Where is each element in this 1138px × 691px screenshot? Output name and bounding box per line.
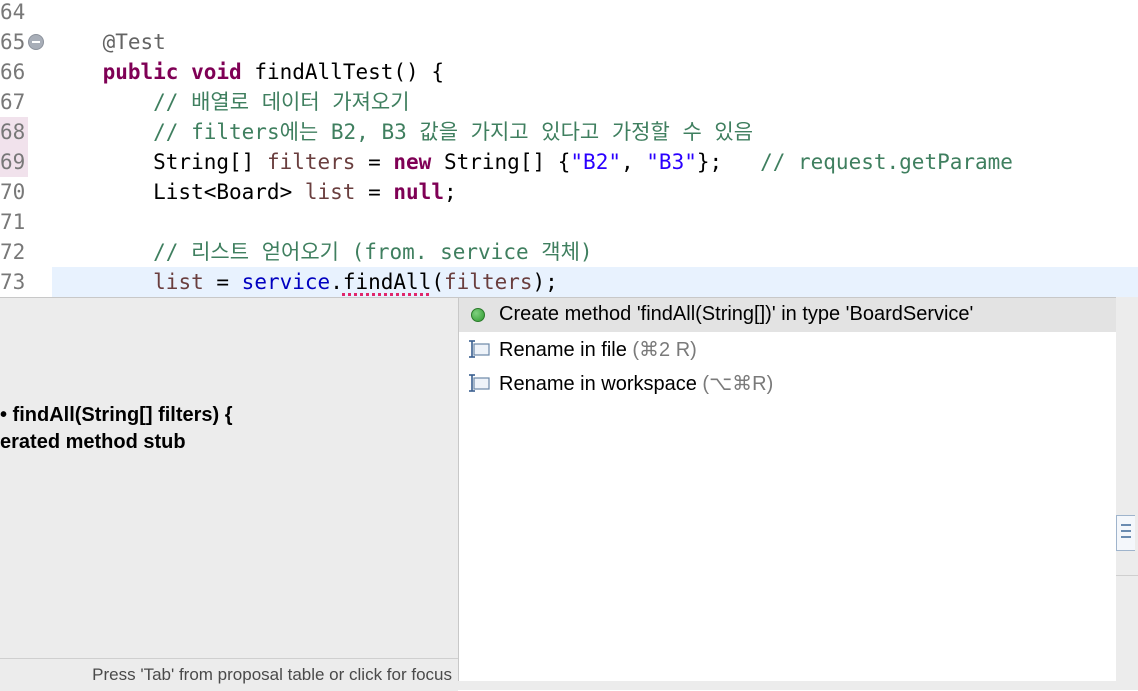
focus-hint-text: Press 'Tab' from proposal table or click… xyxy=(92,665,452,684)
info-signature-line: • findAll(String[] filters) { xyxy=(0,404,233,426)
code-token: "B2" xyxy=(570,150,621,174)
code-line[interactable]: List<Board> list = null; xyxy=(52,177,457,207)
code-token: // request.getParame xyxy=(760,150,1013,174)
code-token: new xyxy=(393,150,432,174)
proposal-label: Create method 'findAll(String[])' in typ… xyxy=(499,303,974,325)
code-token: String[] xyxy=(52,150,267,174)
rename-icon xyxy=(469,340,490,358)
code-editor[interactable]: 64 65 @Test 66 public void findAllTest() {… xyxy=(0,0,1138,300)
info-comment-line: erated method stub xyxy=(0,431,186,453)
proposal-label: Rename in workspace (⌥⌘R) xyxy=(499,373,774,395)
code-token: = xyxy=(355,180,394,204)
code-line[interactable]: // 배열로 데이터 가져오기 xyxy=(52,87,410,117)
fold-collapse-icon[interactable] xyxy=(28,34,44,50)
line-number: 71 xyxy=(0,210,26,234)
outline-icon[interactable] xyxy=(1116,515,1135,551)
line-number: 68 xyxy=(0,117,28,147)
code-line[interactable]: // filters에는 B2, B3 값을 가지고 있다고 가정할 수 있음 xyxy=(52,117,753,147)
green-dot-icon xyxy=(471,308,485,322)
code-token: null xyxy=(393,180,444,204)
code-token: "B3" xyxy=(646,150,697,174)
line-number: 66 xyxy=(0,60,26,84)
code-token: = xyxy=(355,150,394,174)
code-token: filters xyxy=(266,150,356,174)
code-token: ; xyxy=(443,180,457,204)
code-token: findAllTest() { xyxy=(241,60,444,84)
divider xyxy=(1116,575,1138,576)
code-token: // 리스트 얻어오기 (from. service 객체) xyxy=(153,240,593,264)
code-token: = xyxy=(203,270,242,294)
code-token: ); xyxy=(532,270,558,294)
error-token: findAll xyxy=(342,270,432,294)
divider xyxy=(458,681,1138,690)
line-number: 70 xyxy=(0,180,26,204)
line-number: 73 xyxy=(0,270,26,294)
code-token: , xyxy=(620,150,647,174)
code-line[interactable]: list = service.findAll(filters); xyxy=(52,267,558,297)
rename-icon xyxy=(469,374,490,392)
code-token: // filters에는 B2, B3 값을 가지고 있다고 가정할 수 있음 xyxy=(153,120,754,144)
code-token: service xyxy=(241,270,331,294)
line-number: 69 xyxy=(0,147,28,177)
info-footer: Press 'Tab' from proposal table or click… xyxy=(0,658,458,691)
code-token: }; xyxy=(696,150,761,174)
code-token: filters xyxy=(444,270,533,294)
code-token: list xyxy=(304,180,356,204)
line-number: 67 xyxy=(0,90,26,114)
code-token: @Test xyxy=(102,30,166,54)
code-token: List<Board> xyxy=(52,180,305,204)
proposal-rename-in-workspace[interactable]: Rename in workspace (⌥⌘R) xyxy=(459,366,1117,400)
code-token: public xyxy=(102,60,179,84)
proposal-label: Rename in file (⌘2 R) xyxy=(499,339,697,361)
code-line[interactable]: public void findAllTest() { xyxy=(52,57,444,87)
code-token: // 배열로 데이터 가져오기 xyxy=(153,90,410,114)
code-line[interactable]: @Test xyxy=(52,27,166,57)
quick-fix-proposals[interactable]: Create method 'findAll(String[])' in typ… xyxy=(458,297,1118,682)
code-token: . xyxy=(330,270,343,294)
line-number: 64 xyxy=(0,0,26,24)
line-number: 72 xyxy=(0,240,26,264)
editor-side-strip xyxy=(1116,297,1138,690)
code-line[interactable]: String[] filters = new String[] {"B2", "… xyxy=(52,147,1013,177)
proposal-rename-in-file[interactable]: Rename in file (⌘2 R) xyxy=(459,332,1117,366)
proposal-info-pane: • findAll(String[] filters) { erated met… xyxy=(0,297,458,691)
proposal-create-method[interactable]: Create method 'findAll(String[])' in typ… xyxy=(459,298,1117,332)
code-token: void xyxy=(191,60,242,84)
line-number: 65 xyxy=(0,30,26,54)
code-token: String[] { xyxy=(431,150,571,174)
code-token: ( xyxy=(431,270,445,294)
code-token: list xyxy=(153,270,204,294)
code-line[interactable]: // 리스트 얻어오기 (from. service 객체) xyxy=(52,237,593,267)
